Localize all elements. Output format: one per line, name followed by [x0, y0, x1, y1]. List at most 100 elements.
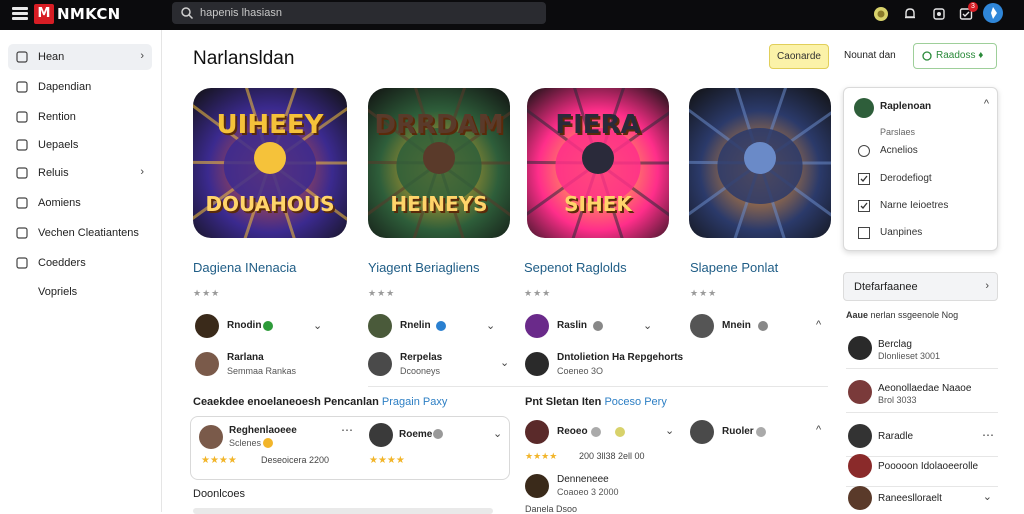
avatar	[195, 314, 219, 338]
sidebar-item[interactable]: Dapendian	[8, 74, 152, 100]
review-row[interactable]: Mnein ^	[690, 314, 840, 340]
game-card[interactable]: DRRDAM HEINEYS	[368, 88, 510, 238]
review-card[interactable]: Reghenlaoeee Sclenes ⋯ ★★★★ Deseoicera 2200 R…	[190, 416, 510, 480]
sidebar-item-label: Uepaels	[38, 139, 79, 151]
rating-stars: ★★★★	[201, 455, 237, 466]
game-title[interactable]: Sepenot Raglolds	[524, 260, 627, 275]
sidebar-item[interactable]: Uepaels	[8, 132, 152, 158]
reviewer-name: Reoeo	[557, 426, 588, 437]
dropdown-option[interactable]: Derodefiogt	[858, 171, 988, 187]
page-title: Narlansldan	[193, 48, 295, 69]
reviewer-name: Roeme	[399, 429, 433, 440]
logo-text[interactable]: NMKCN	[57, 5, 121, 23]
rating-stars: ★★★	[690, 288, 718, 298]
chevron-up-icon[interactable]: ^	[816, 319, 821, 331]
primary-action-button[interactable]: Caonarde	[769, 44, 829, 69]
filter-button-label: Raadoss ♦	[936, 50, 984, 61]
review-row[interactable]: Denneneee Coaoeo 3 2000	[525, 474, 685, 500]
avatar	[848, 454, 872, 478]
sidebar-item[interactable]: Vechen Cleatiantens	[8, 220, 152, 246]
chevron-down-icon[interactable]: ⌄	[665, 424, 674, 437]
coin-icon[interactable]	[873, 6, 889, 22]
sidebar-item[interactable]: Aomiens	[8, 190, 152, 216]
radio-icon[interactable]	[858, 145, 870, 157]
gear-icon	[16, 226, 30, 240]
review-row[interactable]: Reoeo ⌄	[525, 420, 675, 446]
filter-section-header[interactable]: Dtefarfaanee ›	[843, 272, 998, 301]
avatar	[525, 474, 549, 498]
review-row[interactable]: Dntolietion Ha Repgehorts Coeneo 3O	[525, 352, 685, 378]
review-row[interactable]: Rnodin ⌄	[195, 314, 345, 340]
chevron-down-icon[interactable]: ⌄	[313, 319, 322, 332]
chevron-right-icon[interactable]: ›	[140, 50, 144, 62]
game-card[interactable]: UIHEEY DOUAHOUS	[193, 88, 347, 238]
review-row[interactable]: Rarlana Semmaa Rankas	[195, 352, 355, 378]
chevron-down-icon[interactable]: ⌄	[486, 319, 495, 332]
avatar	[525, 352, 549, 376]
game-art-title: DRRDAM	[374, 110, 504, 140]
chevron-right-icon[interactable]: ›	[140, 166, 144, 178]
checkbox-icon[interactable]	[858, 173, 870, 185]
game-title[interactable]: Slapene Ponlat	[690, 260, 778, 275]
sidebar-item[interactable]: Vopriels	[8, 279, 152, 305]
game-title[interactable]: Dagiena INenacia	[193, 260, 296, 275]
sidebar: Hean › Dapendian Rention Uepaels Reluis › Aomie…	[0, 30, 162, 512]
more-options-icon[interactable]: ⋯	[982, 428, 994, 442]
sidebar-item-label: Hean	[38, 51, 65, 63]
dropdown-option[interactable]: Uanpines	[858, 225, 988, 241]
filter-button[interactable]: Raadoss ♦	[913, 43, 997, 69]
bell-icon[interactable]	[902, 6, 918, 22]
search-input[interactable]: hapenis lhasiasn	[172, 2, 546, 24]
section-heading: Ceaekdee enoelaneoesh Pencanlan Pragain …	[193, 396, 447, 408]
filter-subline: Aaue nerlan ssgeenole Nog	[846, 310, 958, 320]
game-title[interactable]: Yiagent Beriagliens	[368, 260, 480, 275]
right-list-item[interactable]: Raradle ⋯	[848, 424, 998, 452]
right-list-item[interactable]: Raneeslloraelt ⌄	[848, 486, 998, 514]
section-link[interactable]: Pragain Paxy	[382, 396, 447, 408]
avatar	[369, 423, 393, 447]
verified-badge-icon	[263, 321, 273, 331]
dropdown-option[interactable]: Narne Ieioetres	[858, 198, 988, 214]
rating-stars: ★★★★	[369, 455, 405, 466]
filter-dropdown[interactable]: Raplenoan ^ Parslaes Acnelios Derodefiogt…	[843, 87, 998, 251]
list-item-name: Raneeslloraelt	[878, 493, 942, 504]
secondary-action-button[interactable]: Nounat dan	[844, 50, 896, 61]
avatar	[525, 314, 549, 338]
chevron-down-icon[interactable]: ⌄	[493, 427, 502, 440]
sidebar-item[interactable]: Hean ›	[8, 44, 152, 70]
chevron-down-icon[interactable]: ⌄	[983, 490, 992, 503]
section-link[interactable]: Poceso Pery	[604, 396, 666, 408]
more-options-icon[interactable]: ⋯	[341, 423, 353, 437]
checkbox-icon[interactable]	[858, 200, 870, 212]
review-row[interactable]: Ruoler ^	[690, 420, 840, 446]
avatar	[368, 352, 392, 376]
logo-badge[interactable]: M	[34, 4, 54, 24]
sidebar-item[interactable]: Coedders	[8, 250, 152, 276]
right-list-item[interactable]: Aeonollaedae Naaoe Brol 3033	[848, 380, 998, 408]
menu-icon[interactable]	[12, 7, 28, 21]
chevron-down-icon[interactable]: ⌄	[500, 356, 509, 369]
shield-icon[interactable]	[931, 6, 947, 22]
chevron-right-icon[interactable]: ›	[985, 280, 989, 292]
dropdown-option-label: Acnelios	[880, 145, 918, 156]
sidebar-item-label: Dapendian	[38, 81, 92, 93]
game-card[interactable]	[689, 88, 831, 238]
game-card[interactable]: FIERA SIHEK	[527, 88, 669, 238]
chevron-up-icon[interactable]: ^	[816, 424, 821, 436]
sidebar-item-label: Vechen Cleatiantens	[38, 227, 139, 239]
checkbox-icon[interactable]	[858, 227, 870, 239]
user-avatar[interactable]	[983, 3, 1003, 23]
chevron-up-icon[interactable]: ^	[984, 98, 989, 110]
review-row[interactable]: Rnelin ⌄	[368, 314, 518, 340]
avatar	[854, 98, 874, 118]
sidebar-item-label: Reluis	[38, 167, 69, 179]
right-list-item[interactable]: Pooooon Idolaoeerolle	[848, 454, 998, 482]
review-row[interactable]: Rerpelas Dcooneys ⌄	[368, 352, 528, 378]
review-row[interactable]: Raslin ⌄	[525, 314, 675, 340]
right-list-item[interactable]: Berclag Dlonlieset 3001	[848, 336, 998, 364]
chevron-down-icon[interactable]: ⌄	[643, 319, 652, 332]
sidebar-item[interactable]: Rention	[8, 104, 152, 130]
dropdown-option[interactable]: Acnelios	[858, 143, 988, 159]
game-art-title: FIERA	[555, 110, 641, 140]
sidebar-item[interactable]: Reluis ›	[8, 160, 152, 186]
